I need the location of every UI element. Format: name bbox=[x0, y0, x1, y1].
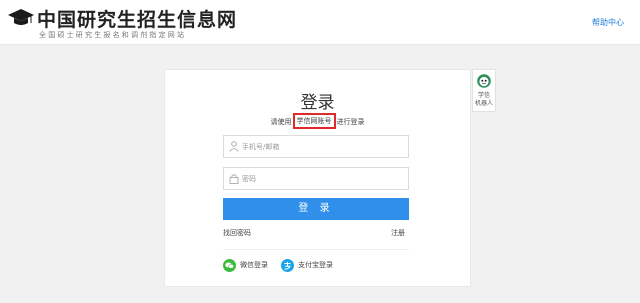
subtitle-highlight: 学信网账号 bbox=[292, 113, 336, 129]
help-center-link[interactable]: 帮助中心 bbox=[592, 17, 624, 28]
lock-icon bbox=[229, 174, 239, 184]
password-field[interactable] bbox=[223, 167, 409, 190]
wechat-login-label: 微信登录 bbox=[240, 261, 268, 269]
password-input[interactable] bbox=[242, 168, 402, 189]
user-icon bbox=[229, 141, 239, 152]
site-header: 中国研究生招生信息网 全国硕士研究生报名和调剂指定网站 帮助中心 bbox=[0, 0, 640, 45]
divider bbox=[223, 249, 409, 250]
subtitle-prefix: 请使用 bbox=[270, 118, 292, 126]
login-subtitle: 请使用 学信网账号 进行登录 bbox=[165, 113, 470, 130]
login-title: 登录 bbox=[300, 93, 335, 113]
alipay-login-button[interactable]: 支付宝登录 bbox=[281, 257, 333, 273]
robot-label-line2: 机器人 bbox=[474, 100, 493, 107]
forgot-password-link[interactable]: 找回密码 bbox=[223, 228, 251, 238]
robot-label-line1: 学信 bbox=[477, 92, 490, 99]
site-subtitle: 全国硕士研究生报名和调剂指定网站 bbox=[39, 31, 187, 39]
username-input[interactable] bbox=[242, 136, 402, 157]
robot-avatar-icon bbox=[477, 74, 491, 88]
chatbot-widget[interactable]: 学信 机器人 bbox=[472, 69, 496, 112]
wechat-login-button[interactable]: 微信登录 bbox=[223, 257, 268, 273]
login-card: 登录 请使用学信网账号进行登录 登 录 找回密码 注册 微信登录 bbox=[164, 69, 471, 287]
alipay-login-label: 支付宝登录 bbox=[298, 261, 333, 269]
site-title[interactable]: 中国研究生招生信息网 bbox=[37, 5, 237, 32]
wechat-icon bbox=[223, 258, 236, 272]
graduation-cap-icon bbox=[8, 9, 34, 25]
subtitle-suffix: 进行登录 bbox=[336, 118, 365, 126]
login-button[interactable]: 登 录 bbox=[223, 198, 409, 220]
register-link[interactable]: 注册 bbox=[391, 228, 405, 238]
username-field[interactable] bbox=[223, 135, 409, 158]
alipay-icon bbox=[281, 258, 294, 272]
